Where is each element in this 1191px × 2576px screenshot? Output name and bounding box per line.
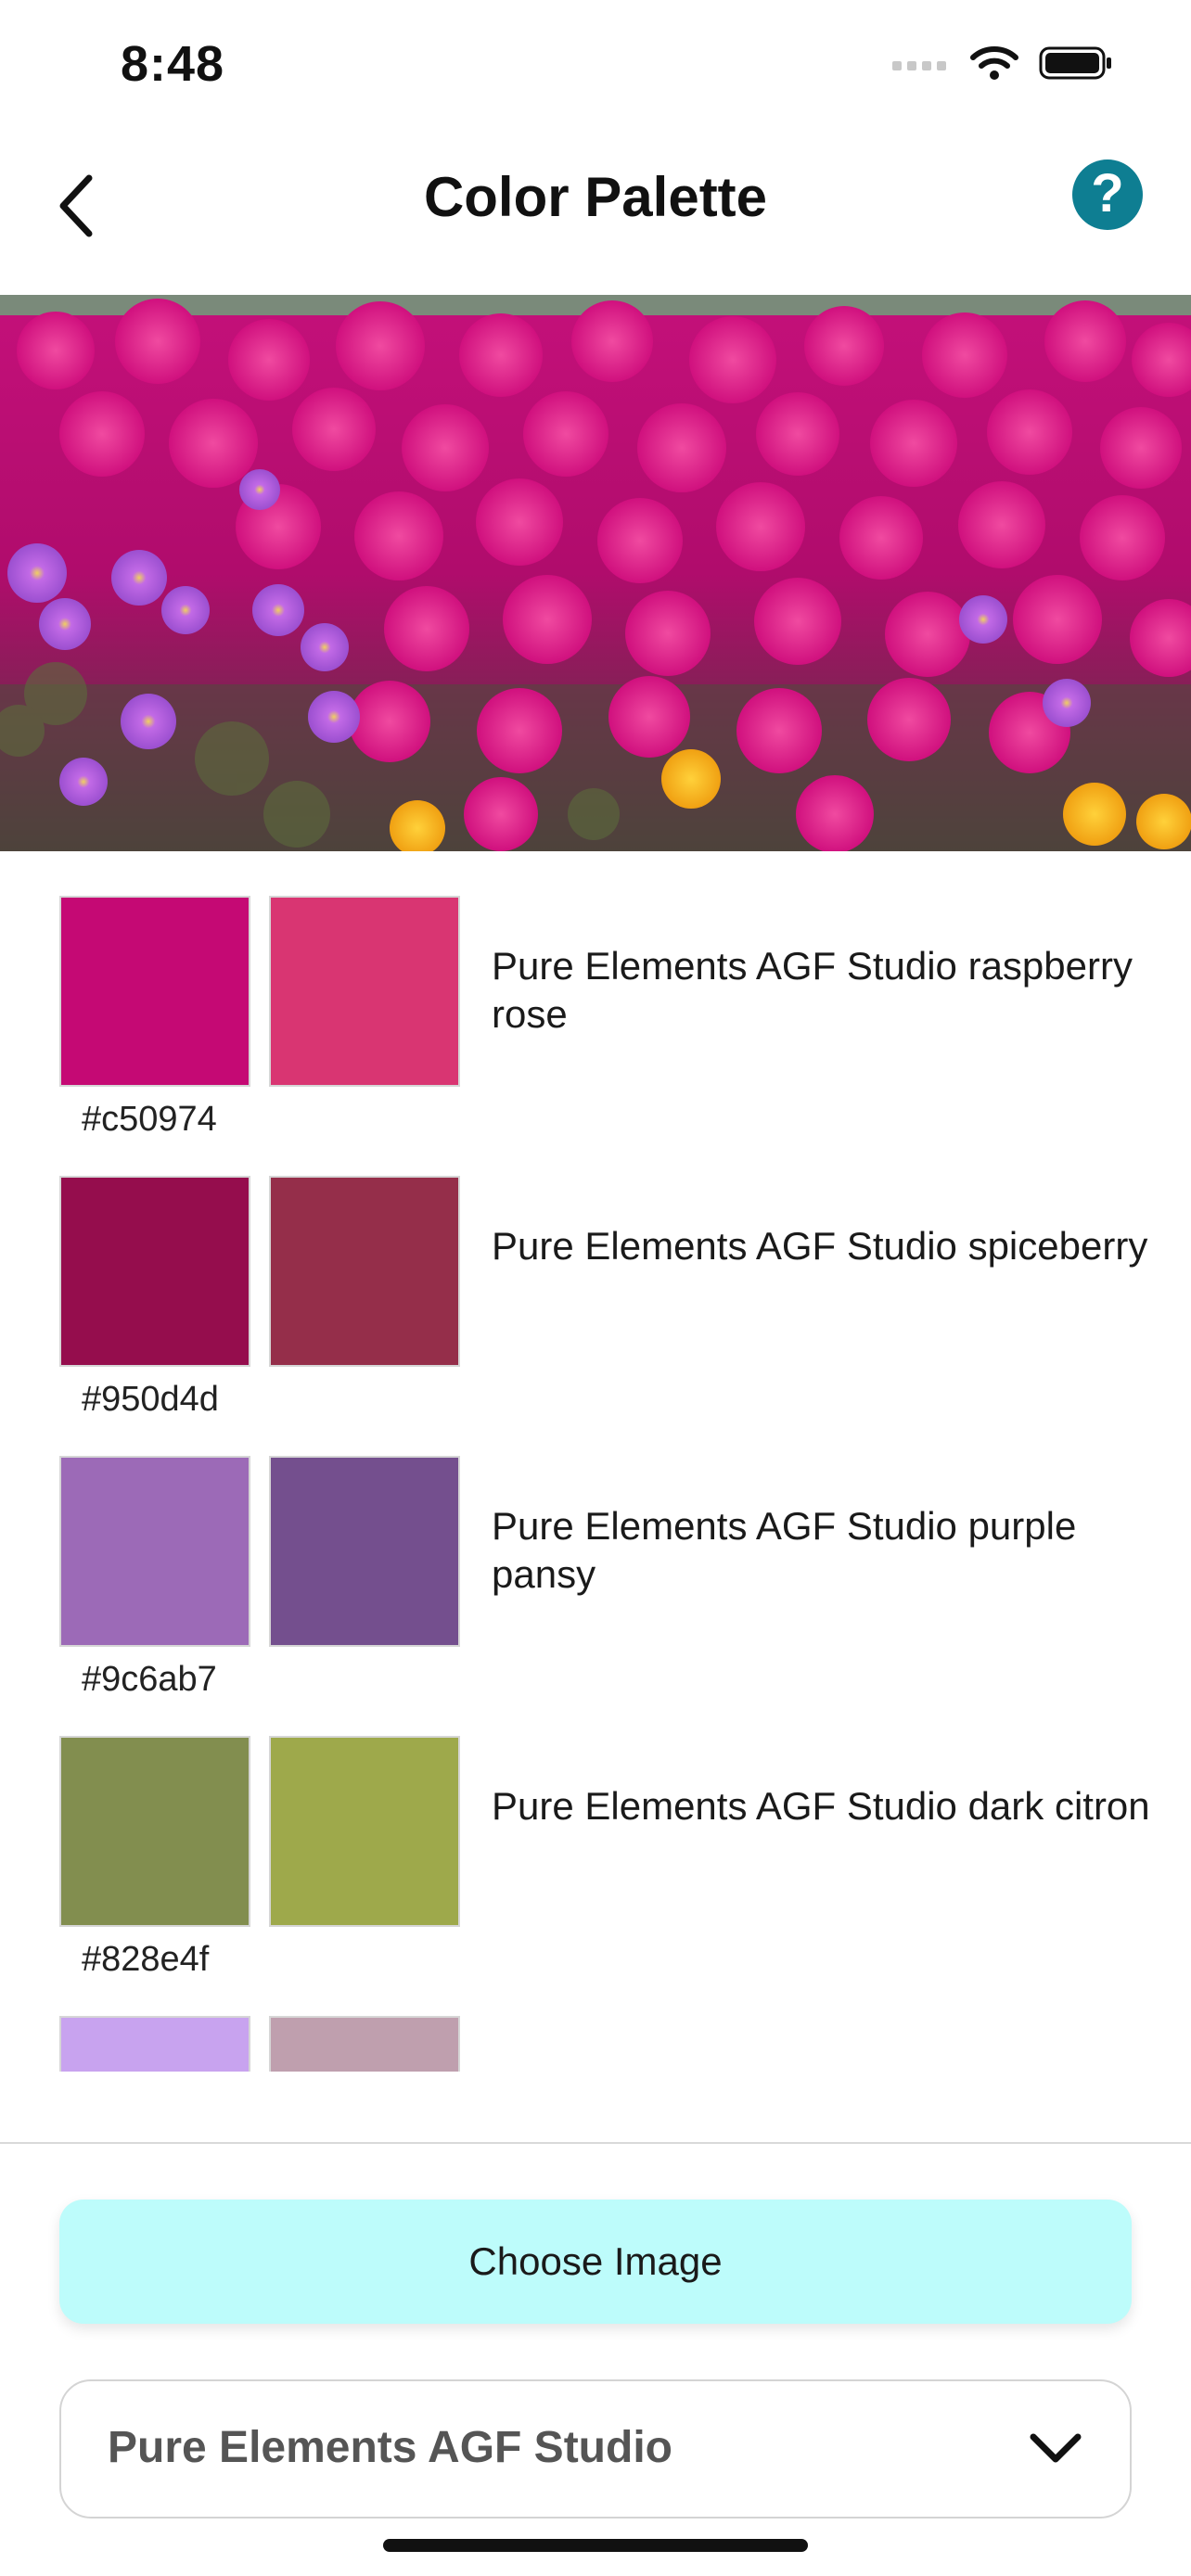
paint-color-swatch[interactable] [269,1736,460,1927]
cellular-signal-icon [892,61,946,70]
bottom-divider [0,2142,1191,2144]
navigation-bar: Color Palette ? [0,130,1191,297]
palette-row [59,1971,1154,2072]
home-indicator [383,2539,808,2552]
wifi-icon [970,46,1018,80]
choose-image-button[interactable]: Choose Image [59,2200,1132,2324]
paint-color-swatch[interactable] [269,896,460,1087]
battery-icon [1039,46,1111,80]
paint-name: Pure Elements AGF Studio purple pansy [492,1504,1077,1596]
palette-row: #9c6ab7 Pure Elements AGF Studio purple … [59,1411,1154,1699]
palette-list[interactable]: #c50974 Pure Elements AGF Studio raspber… [0,851,1191,2072]
status-bar: 8:48 [0,0,1191,130]
brand-select-value: Pure Elements AGF Studio [108,2423,672,2472]
flower-field-photo [0,295,1191,851]
status-time: 8:48 [121,36,225,92]
help-button[interactable]: ? [1072,159,1143,230]
extracted-color-swatch[interactable] [59,1736,250,1927]
page-title: Color Palette [423,166,768,228]
paint-name: Pure Elements AGF Studio dark citron [492,1784,1150,1828]
status-icons [892,45,1113,82]
paint-color-swatch[interactable] [269,1176,460,1367]
palette-row: #950d4d Pure Elements AGF Studio spicebe… [59,1131,1154,1419]
extracted-color-swatch[interactable] [59,2016,250,2072]
source-image [0,295,1191,851]
paint-name: Pure Elements AGF Studio raspberry rose [492,944,1133,1036]
extracted-color-swatch[interactable] [59,1456,250,1647]
palette-row: #c50974 Pure Elements AGF Studio raspber… [59,851,1154,1139]
paint-color-swatch[interactable] [269,1456,460,1647]
palette-row: #828e4f Pure Elements AGF Studio dark ci… [59,1691,1154,1979]
paint-name: Pure Elements AGF Studio spiceberry [492,1224,1148,1268]
extracted-color-swatch[interactable] [59,896,250,1087]
question-mark-icon: ? [1091,163,1124,223]
brand-select[interactable]: Pure Elements AGF Studio [59,2379,1132,2519]
extracted-color-swatch[interactable] [59,1176,250,1367]
paint-color-swatch[interactable] [269,2016,460,2072]
chevron-down-icon [1030,2433,1082,2463]
